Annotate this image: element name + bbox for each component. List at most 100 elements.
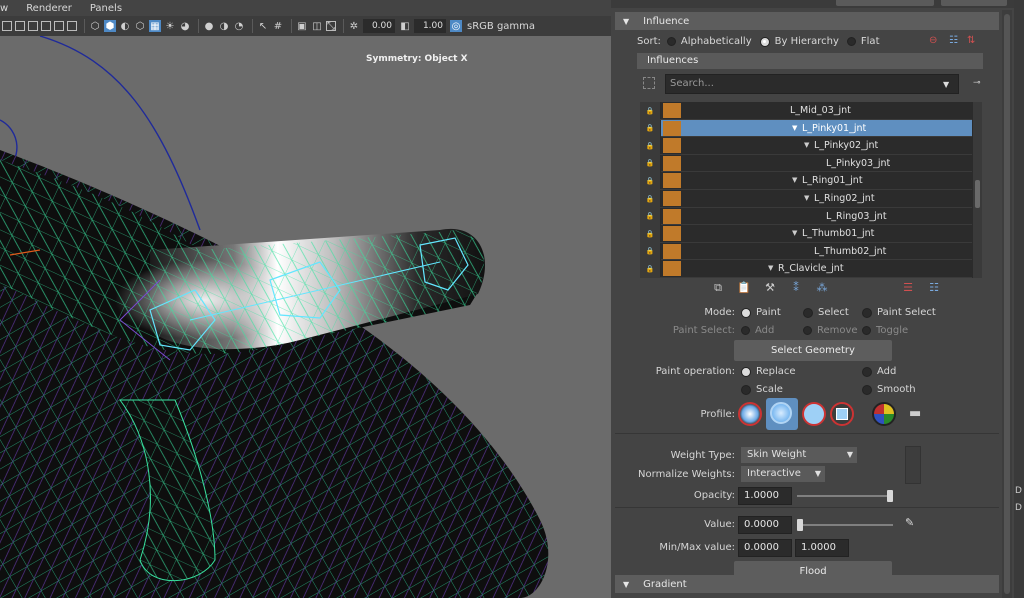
influence-row[interactable]: 🔒 ▼ L_Pinky01_jnt (640, 119, 972, 138)
min-value-field[interactable]: 0.0000 (738, 539, 792, 557)
gate-mask-icon[interactable]: ⤡ (326, 21, 336, 32)
xray-icon[interactable] (67, 21, 77, 31)
menu-view[interactable]: w (0, 3, 8, 14)
lock-icon[interactable]: 🔒 (640, 172, 661, 190)
soft-brush-selected[interactable] (766, 398, 798, 430)
mode-paintselect-option[interactable]: Paint Select (862, 307, 936, 318)
panel-scroll-thumb[interactable] (1004, 14, 1010, 594)
op-add-label[interactable]: Add (877, 366, 896, 377)
influence-name[interactable]: L_Pinky01_jnt (802, 123, 866, 134)
op-scale-label[interactable]: Scale (756, 384, 783, 395)
tree-scrollbar[interactable] (973, 102, 982, 278)
lock-icon[interactable]: 🔒 (640, 242, 661, 260)
solid-brush-icon[interactable] (802, 402, 826, 426)
paint-select-remove-option[interactable]: Remove (803, 325, 858, 336)
mode-select-label[interactable]: Select (818, 307, 849, 318)
sort-flat-label[interactable]: Flat (861, 36, 880, 47)
remove-influence-icon[interactable]: ⊖ (929, 35, 937, 46)
menu-renderer[interactable]: Renderer (26, 3, 72, 14)
paint-select-remove-radio[interactable] (803, 326, 812, 335)
sort-alphabetically-label[interactable]: Alphabetically (681, 36, 752, 47)
paint-select-toggle-label[interactable]: Toggle (876, 325, 908, 336)
op-replace-radio[interactable] (741, 366, 751, 377)
influence-name[interactable]: L_Ring03_jnt (826, 211, 887, 222)
lock-icon[interactable]: 🔒 (640, 260, 661, 278)
influence-row[interactable]: 🔒 L_Mid_03_jnt (640, 102, 972, 120)
xray-active-icon[interactable]: ◔ (233, 20, 245, 32)
isolate-select-icon[interactable]: ● (203, 20, 215, 32)
gradient-section-header[interactable]: ▼ Gradient (615, 575, 999, 593)
lock-icon[interactable]: 🔒 (640, 102, 661, 119)
influence-row[interactable]: 🔒 ▼ L_Pinky02_jnt (640, 137, 972, 155)
op-scale-radio[interactable] (741, 384, 751, 395)
sort-hierarchy-radio[interactable] (759, 36, 770, 47)
film-gate-icon[interactable]: ▣ (296, 20, 308, 32)
light-icon[interactable]: ☀ (164, 20, 176, 32)
mode-paintselect-label[interactable]: Paint Select (877, 307, 936, 318)
cube-shaded-icon[interactable]: ⬢ (104, 20, 116, 32)
tree-scroll-thumb[interactable] (975, 180, 980, 208)
paint-select-toggle-option[interactable]: Toggle (862, 325, 908, 336)
mode-paintselect-radio[interactable] (862, 307, 872, 318)
influence-name[interactable]: L_Pinky03_jnt (826, 158, 890, 169)
show-influences-icon[interactable]: ⁂ (814, 281, 830, 295)
influence-name[interactable]: L_Mid_03_jnt (790, 105, 851, 116)
folder-icon[interactable]: ▬ (909, 406, 921, 421)
search-input[interactable]: Search... (665, 74, 959, 94)
weight-type-dropdown[interactable]: Skin Weight ▼ (741, 447, 857, 463)
sort-alphabetically-radio[interactable] (666, 37, 676, 46)
op-replace-option[interactable]: Replace (741, 366, 796, 377)
color-management-icon[interactable]: ◎ (450, 20, 462, 32)
viewport-panel[interactable]: w Renderer Panels ⬡ ⬢ ◐ ⬡ ▦ ☀ ◕ ● ◑ ◔ ↖ … (0, 0, 611, 598)
panel-scrollbar[interactable] (1002, 10, 1012, 598)
expand-all-icon[interactable]: ☷ (926, 281, 942, 295)
checker-texture-icon[interactable]: ▦ (149, 20, 161, 32)
wireframe-icon[interactable] (2, 21, 12, 31)
gamma-field[interactable]: 1.00 (414, 19, 446, 33)
op-replace-label[interactable]: Replace (756, 366, 796, 377)
menu-panels[interactable]: Panels (90, 3, 122, 14)
influence-name[interactable]: L_Ring01_jnt (802, 175, 863, 186)
paint-select-remove-label[interactable]: Remove (817, 325, 858, 336)
op-add-radio[interactable] (862, 366, 872, 377)
collapse-arrow-icon[interactable]: ▼ (623, 580, 629, 589)
collapse-arrow-icon[interactable]: ▼ (623, 17, 629, 26)
move-weights-icon[interactable]: ⁑ (788, 281, 804, 295)
lock-icon[interactable]: 🔒 (640, 119, 661, 137)
mode-paint-label[interactable]: Paint (756, 307, 781, 318)
influence-row[interactable]: 🔒 L_Thumb02_jnt (640, 242, 972, 261)
panel-tab[interactable] (941, 0, 1007, 6)
influence-name[interactable]: R_Clavicle_jnt (778, 263, 844, 274)
lock-icon[interactable]: 🔒 (640, 154, 661, 172)
smooth-shade-icon[interactable]: ◐ (119, 20, 131, 32)
opacity-slider[interactable] (797, 495, 893, 497)
influence-name[interactable]: L_Thumb02_jnt (814, 246, 886, 257)
sort-order-icon[interactable]: ⇅ (967, 35, 975, 46)
influence-tree[interactable]: 🔒 L_Mid_03_jnt 🔒 ▼ L_Pinky01_jnt 🔒 ▼ L_Pinky02_… (640, 102, 982, 278)
filter-selection-icon[interactable] (643, 77, 655, 89)
paste-weights-icon[interactable]: 📋 (736, 281, 752, 295)
sort-flat-radio[interactable] (846, 37, 856, 46)
grid-icon[interactable]: # (272, 20, 284, 32)
color-space-label[interactable]: sRGB gamma (467, 21, 535, 32)
pin-icon[interactable]: ⊸ (973, 78, 981, 88)
shadows-icon[interactable] (54, 21, 64, 31)
gaussian-brush-icon[interactable] (738, 402, 762, 426)
search-dropdown-icon[interactable]: ▼ (943, 80, 949, 89)
value-field[interactable]: 0.0000 (738, 516, 792, 534)
paint-select-add-radio[interactable] (741, 326, 750, 335)
mode-select-option[interactable]: Select (803, 307, 849, 318)
paint-select-add-option[interactable]: Add (741, 325, 774, 336)
influence-name[interactable]: L_Thumb01_jnt (802, 228, 874, 239)
op-add-option[interactable]: Add (862, 366, 896, 377)
lights-icon[interactable] (41, 21, 51, 31)
influence-row[interactable]: 🔒 L_Pinky03_jnt (640, 154, 972, 173)
panel-tab[interactable] (836, 0, 934, 6)
paint-select-add-label[interactable]: Add (755, 325, 774, 336)
influence-row[interactable]: 🔒 ▼ L_Ring01_jnt (640, 172, 972, 190)
max-value-field[interactable]: 1.0000 (795, 539, 849, 557)
mode-select-radio[interactable] (803, 307, 813, 318)
exposure-icon[interactable]: ✲ (348, 20, 360, 32)
mode-paint-radio[interactable] (741, 307, 751, 318)
sort-hierarchy-label[interactable]: By Hierarchy (775, 36, 839, 47)
